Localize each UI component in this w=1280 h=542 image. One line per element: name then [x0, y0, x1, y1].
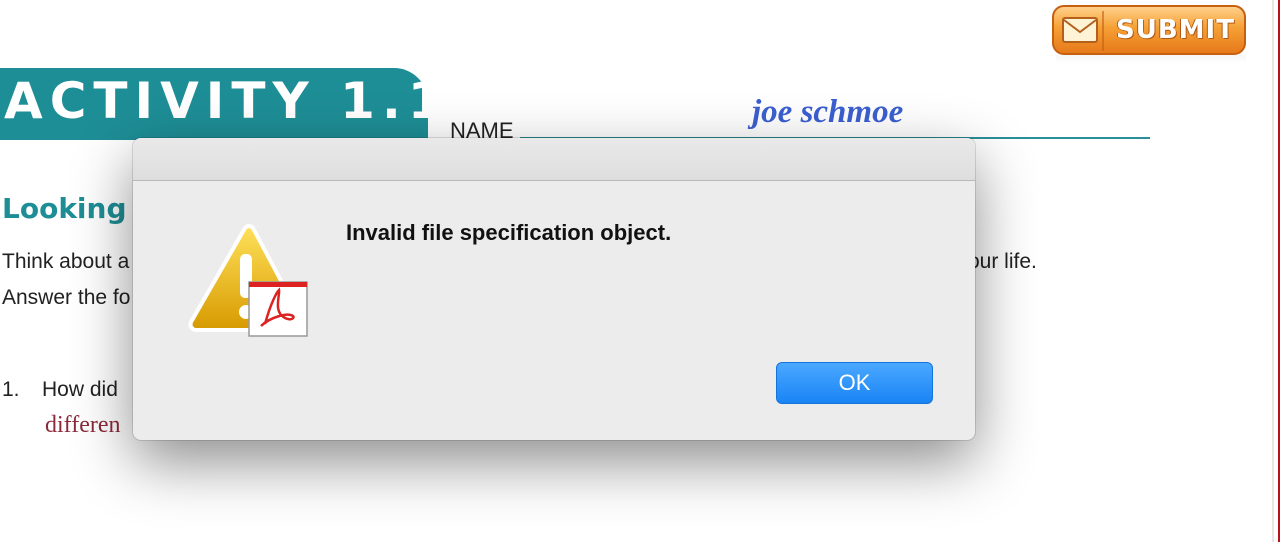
submit-label: SUBMIT: [1116, 15, 1235, 45]
question-text: How did: [42, 378, 118, 401]
dialog-titlebar[interactable]: [133, 138, 975, 181]
question-number: 1.: [2, 378, 20, 401]
intro-text-line2: Answer the fo: [2, 286, 131, 309]
name-field[interactable]: joe schmoe: [752, 94, 903, 131]
intro-text-line1: Think about a: [2, 250, 130, 273]
warning-pdf-icon: [188, 224, 308, 337]
dialog-message: Invalid file specification object.: [346, 220, 672, 245]
submit-divider: [1102, 11, 1104, 51]
answer-field[interactable]: differen: [45, 412, 121, 439]
window-edge: [1272, 0, 1280, 542]
intro-text-line1-end: our life.: [968, 250, 1037, 273]
envelope-icon: [1062, 17, 1098, 43]
ok-button[interactable]: OK: [776, 362, 933, 404]
alert-dialog: Invalid file specification object. OK: [133, 138, 975, 440]
submit-shadow: [1056, 55, 1246, 63]
section-heading: Looking: [2, 192, 127, 225]
activity-title: ACTIVITY 1.1: [4, 72, 450, 130]
submit-button[interactable]: SUBMIT: [1052, 5, 1246, 55]
